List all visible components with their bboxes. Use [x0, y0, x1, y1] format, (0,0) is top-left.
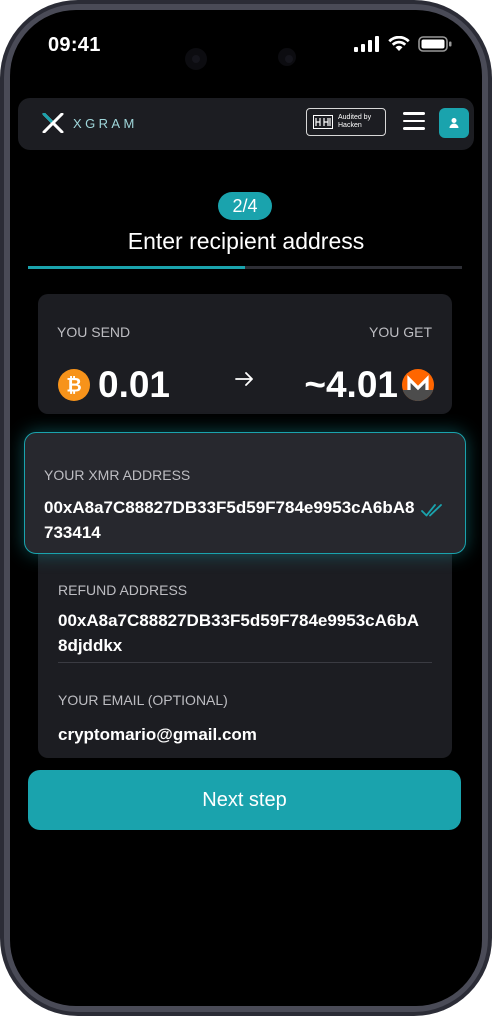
audit-line-1: Audited by	[338, 114, 372, 121]
exchange-summary-card: YOU SEND YOU GET ₿ 0.01 ~4.01	[38, 294, 452, 414]
wifi-icon	[388, 36, 410, 51]
refund-address-input[interactable]: 00xA8a7C88827DB33F5d59F784e9953cA6bA8djd…	[58, 608, 428, 658]
monero-icon	[402, 369, 434, 401]
xgram-x-icon	[42, 113, 64, 133]
xmr-address-input[interactable]: 00xA8a7C88827DB33F5d59F784e9953cA6bA8733…	[44, 495, 416, 545]
step-progress-bar	[28, 266, 462, 269]
step-progress-fill	[28, 266, 245, 269]
get-amount: ~4.01	[304, 364, 398, 405]
logo-text: XGRAM	[73, 115, 138, 131]
arrow-right-icon	[235, 372, 253, 386]
sensor-icon	[278, 48, 296, 66]
bitcoin-icon: ₿	[58, 369, 90, 401]
email-label: YOUR EMAIL (OPTIONAL)	[58, 692, 228, 708]
send-amount-group: ₿ 0.01	[58, 364, 170, 406]
account-button[interactable]	[439, 108, 469, 138]
refund-address-label: REFUND ADDRESS	[58, 582, 188, 598]
audit-line-2: Hacken	[338, 122, 362, 129]
app-screen: 09:41 XGRAM Audited by Hacken 2/4 Enter …	[10, 10, 482, 1006]
send-amount: 0.01	[98, 364, 171, 405]
xmr-address-label: YOUR XMR ADDRESS	[44, 467, 191, 483]
user-icon	[449, 118, 459, 128]
menu-icon[interactable]	[403, 112, 425, 134]
you-send-label: YOU SEND	[57, 324, 131, 340]
xmr-address-field[interactable]: YOUR XMR ADDRESS 00xA8a7C88827DB33F5d59F…	[24, 432, 466, 554]
double-check-icon	[421, 504, 442, 517]
step-indicator: 2/4	[218, 192, 272, 220]
app-header: XGRAM Audited by Hacken	[18, 98, 474, 150]
email-input[interactable]: cryptomario@gmail.com	[58, 722, 428, 747]
audit-badge[interactable]: Audited by Hacken	[306, 108, 386, 136]
status-time: 09:41	[48, 34, 101, 56]
next-step-button[interactable]: Next step	[28, 770, 461, 830]
hacken-icon	[313, 115, 333, 129]
svg-text:₿: ₿	[66, 375, 81, 397]
front-camera-icon	[185, 48, 207, 70]
field-divider	[58, 662, 432, 663]
battery-icon	[418, 36, 452, 52]
audit-text: Audited by Hacken	[338, 114, 371, 130]
refund-email-card: REFUND ADDRESS 00xA8a7C88827DB33F5d59F78…	[38, 550, 452, 758]
step-title: Enter recipient address	[127, 228, 365, 254]
cellular-signal-icon	[354, 36, 379, 52]
xgram-logo[interactable]: XGRAM	[42, 113, 138, 133]
status-icons	[354, 36, 452, 52]
you-get-label: YOU GET	[368, 324, 432, 340]
phone-frame: 09:41 XGRAM Audited by Hacken 2/4 Enter …	[0, 0, 492, 1016]
get-amount-group: ~4.01	[304, 364, 434, 406]
